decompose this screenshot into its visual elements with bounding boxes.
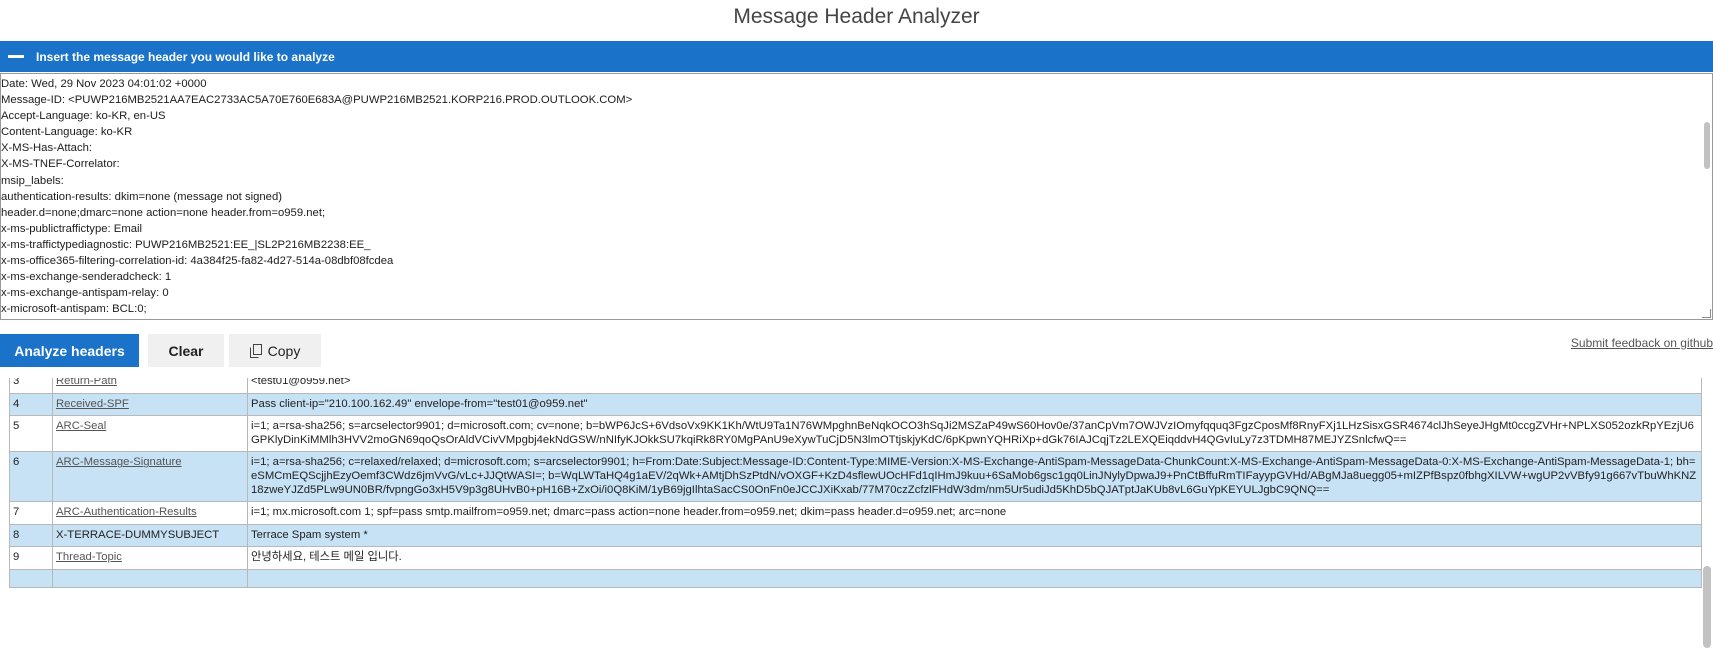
table-row <box>9 568 1702 588</box>
header-name-link[interactable]: Return-Path <box>56 378 117 387</box>
header-line: x-ms-publictraffictype: Email <box>1 222 143 235</box>
table-row: 4 Received-SPF Pass client-ip="210.100.162… <box>9 392 1702 417</box>
table-scrollbar[interactable] <box>1703 566 1711 648</box>
row-number: 9 <box>9 546 53 570</box>
header-value: i=1; mx.microsoft.com 1; spf=pass smtp.m… <box>247 501 1702 525</box>
header-line: Content-Language: ko-KR <box>1 126 133 139</box>
header-line: Accept-Language: ko-KR, en-US <box>1 110 166 123</box>
header-line: X-MS-TNEF-Correlator: <box>1 158 120 171</box>
header-input-textarea[interactable]: Date: Wed, 29 Nov 2023 04:01:02 +0000 Mes… <box>0 73 1713 320</box>
header-name-link[interactable]: ARC-Message-Signature <box>56 456 182 468</box>
row-number: 3 <box>9 378 53 394</box>
submit-feedback-link[interactable]: Submit feedback on github <box>1571 336 1713 350</box>
row-number <box>9 568 53 588</box>
header-text-lines: Date: Wed, 29 Nov 2023 04:01:02 +0000 Mes… <box>1 74 1712 317</box>
header-value <box>247 568 1702 588</box>
header-line: msip_labels: <box>1 174 64 187</box>
textarea-scrollbar[interactable] <box>1704 122 1710 169</box>
header-line: Date: Wed, 29 Nov 2023 04:01:02 +0000 <box>1 78 207 90</box>
copy-button[interactable]: Copy <box>229 334 321 367</box>
header-line: Message-ID: <PUWP216MB2521AA7EAC2733AC5A… <box>1 94 633 107</box>
header-line: X-MS-Has-Attach: <box>1 142 93 155</box>
table-row: 5 ARC-Seal i=1; a=rsa-sha256; s=arcselecto… <box>9 415 1702 453</box>
header-line: x-ms-exchange-senderadcheck: 1 <box>1 271 172 284</box>
table-row: 8 X-TERRACE-DUMMYSUBJECT Terrace Spam syst… <box>9 523 1702 548</box>
header-line: authentication-results: dkim=none (messa… <box>1 190 283 203</box>
table-row: 7 ARC-Authentication-Results i=1; mx.micro… <box>9 501 1702 525</box>
header-value: 안녕하세요, 테스트 메일 입니다. <box>247 546 1702 570</box>
row-number: 6 <box>9 451 53 503</box>
header-name-link[interactable]: ARC-Authentication-Results <box>56 506 197 518</box>
header-name-cell: ARC-Authentication-Results <box>52 501 248 525</box>
copy-icon <box>249 343 262 358</box>
header-name-cell: Received-SPF <box>52 392 248 417</box>
header-value: i=1; a=rsa-sha256; s=arcselector9901; d=… <box>247 415 1702 453</box>
header-value: Terrace Spam system * <box>247 523 1702 548</box>
row-number: 8 <box>9 523 53 548</box>
header-name-cell: Return-Path <box>52 378 248 394</box>
header-name-link[interactable]: Received-SPF <box>56 398 129 410</box>
table-row: 6 ARC-Message-Signature i=1; a=rsa-sha256;… <box>9 451 1702 503</box>
header-name-link[interactable]: ARC-Seal <box>56 420 106 432</box>
header-input-section-bar[interactable]: Insert the message header you would like… <box>0 41 1713 72</box>
row-number: 4 <box>9 392 53 417</box>
page-title: Message Header Analyzer <box>733 5 980 28</box>
header-name-link[interactable]: Thread-Topic <box>56 551 122 563</box>
header-name-cell: Thread-Topic <box>52 546 248 570</box>
row-number: 5 <box>9 415 53 453</box>
header-line: x-ms-traffictypediagnostic: PUWP216MB252… <box>1 238 371 251</box>
header-line: x-microsoft-antispam: BCL:0; <box>1 303 147 316</box>
header-line: x-ms-exchange-antispam-relay: 0 <box>1 287 169 300</box>
header-name-cell: X-TERRACE-DUMMYSUBJECT <box>52 523 248 548</box>
analyze-headers-button[interactable]: Analyze headers <box>0 334 139 367</box>
clear-button[interactable]: Clear <box>148 334 224 367</box>
header-name-cell: ARC-Message-Signature <box>52 451 248 503</box>
header-line: x-ms-office365-filtering-correlation-id:… <box>1 255 394 268</box>
row-number: 7 <box>9 501 53 525</box>
header-value: <test01@o959.net> <box>247 378 1702 394</box>
header-results-table: 3 Return-Path <test01@o959.net> 4 Received-S… <box>0 378 1713 652</box>
header-line: header.d=none;dmarc=none action=none hea… <box>1 206 326 219</box>
copy-button-label: Copy <box>267 342 301 359</box>
header-name: X-TERRACE-DUMMYSUBJECT <box>56 528 220 541</box>
table-row: 9 Thread-Topic 안녕하세요, 테스트 메일 입니다. <box>9 546 1702 570</box>
table-row: 3 Return-Path <test01@o959.net> <box>9 378 1702 394</box>
header-value: i=1; a=rsa-sha256; c=relaxed/relaxed; d=… <box>247 451 1702 503</box>
header-name-cell <box>52 568 248 588</box>
minus-icon[interactable] <box>8 55 24 58</box>
section-bar-label: Insert the message header you would like… <box>36 49 335 64</box>
resize-grip-icon[interactable] <box>1702 309 1711 318</box>
header-name-cell: ARC-Seal <box>52 415 248 453</box>
header-value: Pass client-ip="210.100.162.49" envelope… <box>247 392 1702 417</box>
